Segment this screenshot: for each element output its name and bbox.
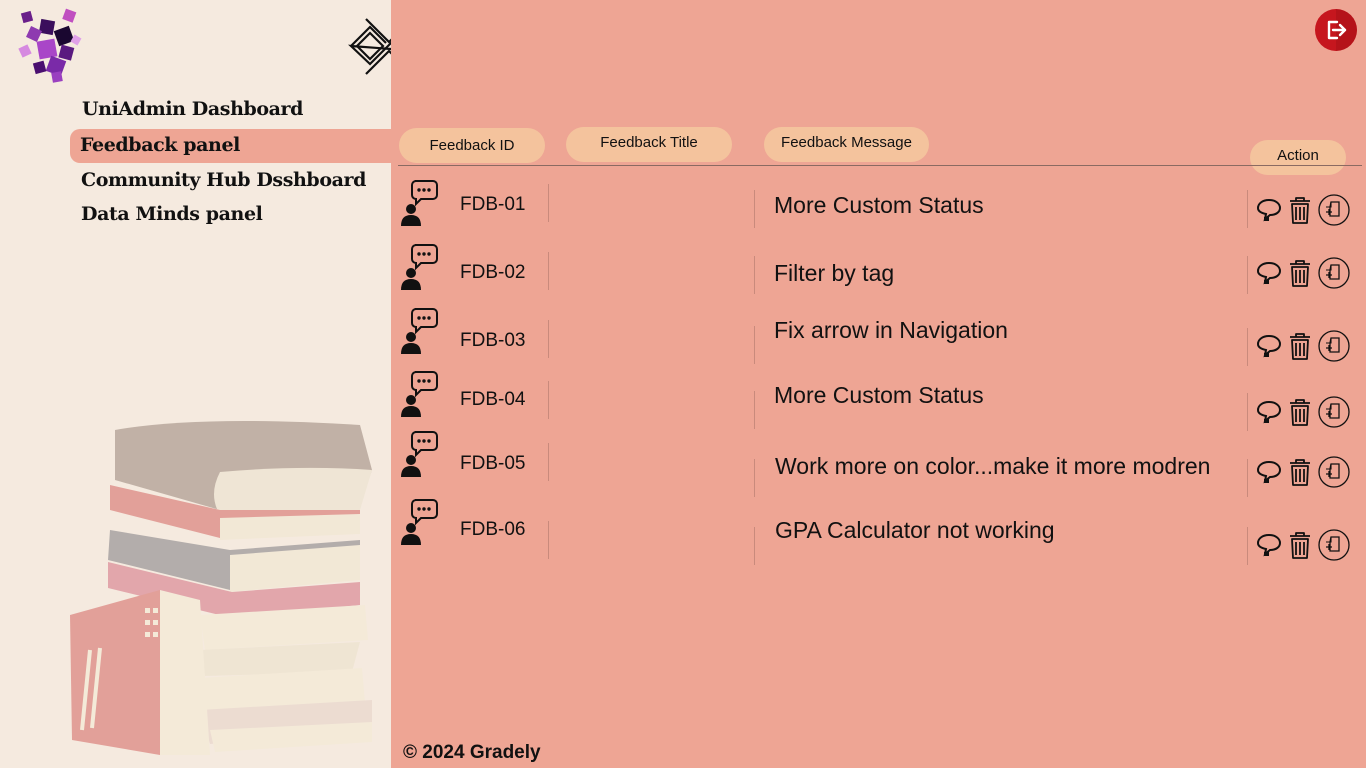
- column-divider: [1247, 459, 1248, 497]
- sidebar: UniAdmin Dashboard Feedback panel Commun…: [0, 0, 391, 768]
- column-divider: [754, 326, 755, 364]
- trash-icon[interactable]: [1287, 530, 1313, 560]
- header-feedback-title[interactable]: Feedback Title: [566, 127, 732, 162]
- feedback-message: GPA Calculator not working: [775, 517, 1055, 543]
- cubes-logo-icon: [18, 8, 82, 83]
- table-row: FDB-03 Fix arrow in Navigation: [398, 306, 1366, 366]
- add-document-icon[interactable]: [1318, 456, 1350, 488]
- table-row: FDB-04 More Custom Status: [398, 369, 1366, 431]
- user-feedback-icon: [398, 497, 440, 547]
- table-row: FDB-01 More Custom Status: [398, 178, 1366, 238]
- comment-icon[interactable]: [1256, 260, 1282, 286]
- user-feedback-icon: [398, 306, 440, 356]
- row-actions: [1256, 456, 1350, 488]
- column-divider: [548, 320, 549, 358]
- footer-copyright: © 2024 Gradely: [403, 742, 541, 763]
- column-divider: [548, 252, 549, 290]
- column-divider: [548, 521, 549, 559]
- column-divider: [754, 527, 755, 565]
- comment-icon[interactable]: [1256, 532, 1282, 558]
- feedback-id: FDB-04: [460, 389, 526, 410]
- row-actions: [1256, 330, 1350, 362]
- user-feedback-icon: [398, 369, 440, 419]
- column-divider: [1247, 527, 1248, 565]
- column-divider: [548, 381, 549, 419]
- user-feedback-icon: [398, 242, 440, 292]
- trash-icon[interactable]: [1287, 195, 1313, 225]
- column-divider: [1247, 393, 1248, 431]
- column-divider: [1247, 190, 1248, 228]
- add-document-icon[interactable]: [1318, 529, 1350, 561]
- nav-item-community-hub-dashboard[interactable]: Community Hub Dsshboard: [81, 169, 366, 191]
- logout-icon: [1327, 9, 1357, 51]
- books-illustration: [70, 421, 372, 755]
- comment-icon[interactable]: [1256, 197, 1282, 223]
- feedback-id: FDB-06: [460, 519, 526, 540]
- trash-icon[interactable]: [1287, 258, 1313, 288]
- feedback-message: More Custom Status: [774, 192, 984, 218]
- row-actions: [1256, 529, 1350, 561]
- add-document-icon[interactable]: [1318, 257, 1350, 289]
- nav-item-feedback-panel[interactable]: Feedback panel: [70, 129, 391, 163]
- comment-icon[interactable]: [1256, 333, 1282, 359]
- feedback-message: Work more on color...make it more modren: [775, 453, 1211, 479]
- feedback-id: FDB-03: [460, 330, 526, 351]
- column-divider: [754, 256, 755, 294]
- feedback-id: FDB-02: [460, 262, 526, 283]
- column-divider: [754, 391, 755, 429]
- header-feedback-message[interactable]: Feedback Message: [764, 127, 929, 162]
- row-actions: [1256, 396, 1350, 428]
- header-action[interactable]: Action: [1250, 140, 1346, 175]
- header-divider: [398, 165, 1362, 166]
- logout-button[interactable]: [1315, 9, 1357, 51]
- add-document-icon[interactable]: [1318, 396, 1350, 428]
- feedback-message: Fix arrow in Navigation: [774, 317, 1008, 343]
- header-feedback-id[interactable]: Feedback ID: [399, 128, 545, 163]
- table-row: FDB-05 Work more on color...make it more…: [398, 429, 1366, 497]
- feedback-message: More Custom Status: [774, 382, 984, 408]
- user-feedback-icon: [398, 178, 440, 228]
- column-divider: [548, 443, 549, 481]
- column-divider: [548, 184, 549, 222]
- user-feedback-icon: [398, 429, 440, 479]
- trash-icon[interactable]: [1287, 457, 1313, 487]
- add-document-icon[interactable]: [1318, 194, 1350, 226]
- add-document-icon[interactable]: [1318, 330, 1350, 362]
- column-divider: [754, 459, 755, 497]
- trash-icon[interactable]: [1287, 397, 1313, 427]
- brand-logo-icon: [348, 18, 391, 75]
- feedback-id: FDB-01: [460, 194, 526, 215]
- row-actions: [1256, 257, 1350, 289]
- trash-icon[interactable]: [1287, 331, 1313, 361]
- column-divider: [1247, 256, 1248, 294]
- comment-icon[interactable]: [1256, 459, 1282, 485]
- table-row: FDB-02 Filter by tag: [398, 242, 1366, 302]
- row-actions: [1256, 194, 1350, 226]
- column-divider: [754, 190, 755, 228]
- feedback-message: Filter by tag: [774, 260, 895, 286]
- nav-item-uniadmin-dashboard[interactable]: UniAdmin Dashboard: [82, 98, 303, 120]
- column-divider: [1247, 328, 1248, 366]
- table-row: FDB-06 GPA Calculator not working: [398, 497, 1366, 565]
- nav-item-data-minds-panel[interactable]: Data Minds panel: [81, 203, 263, 225]
- feedback-id: FDB-05: [460, 453, 526, 474]
- comment-icon[interactable]: [1256, 399, 1282, 425]
